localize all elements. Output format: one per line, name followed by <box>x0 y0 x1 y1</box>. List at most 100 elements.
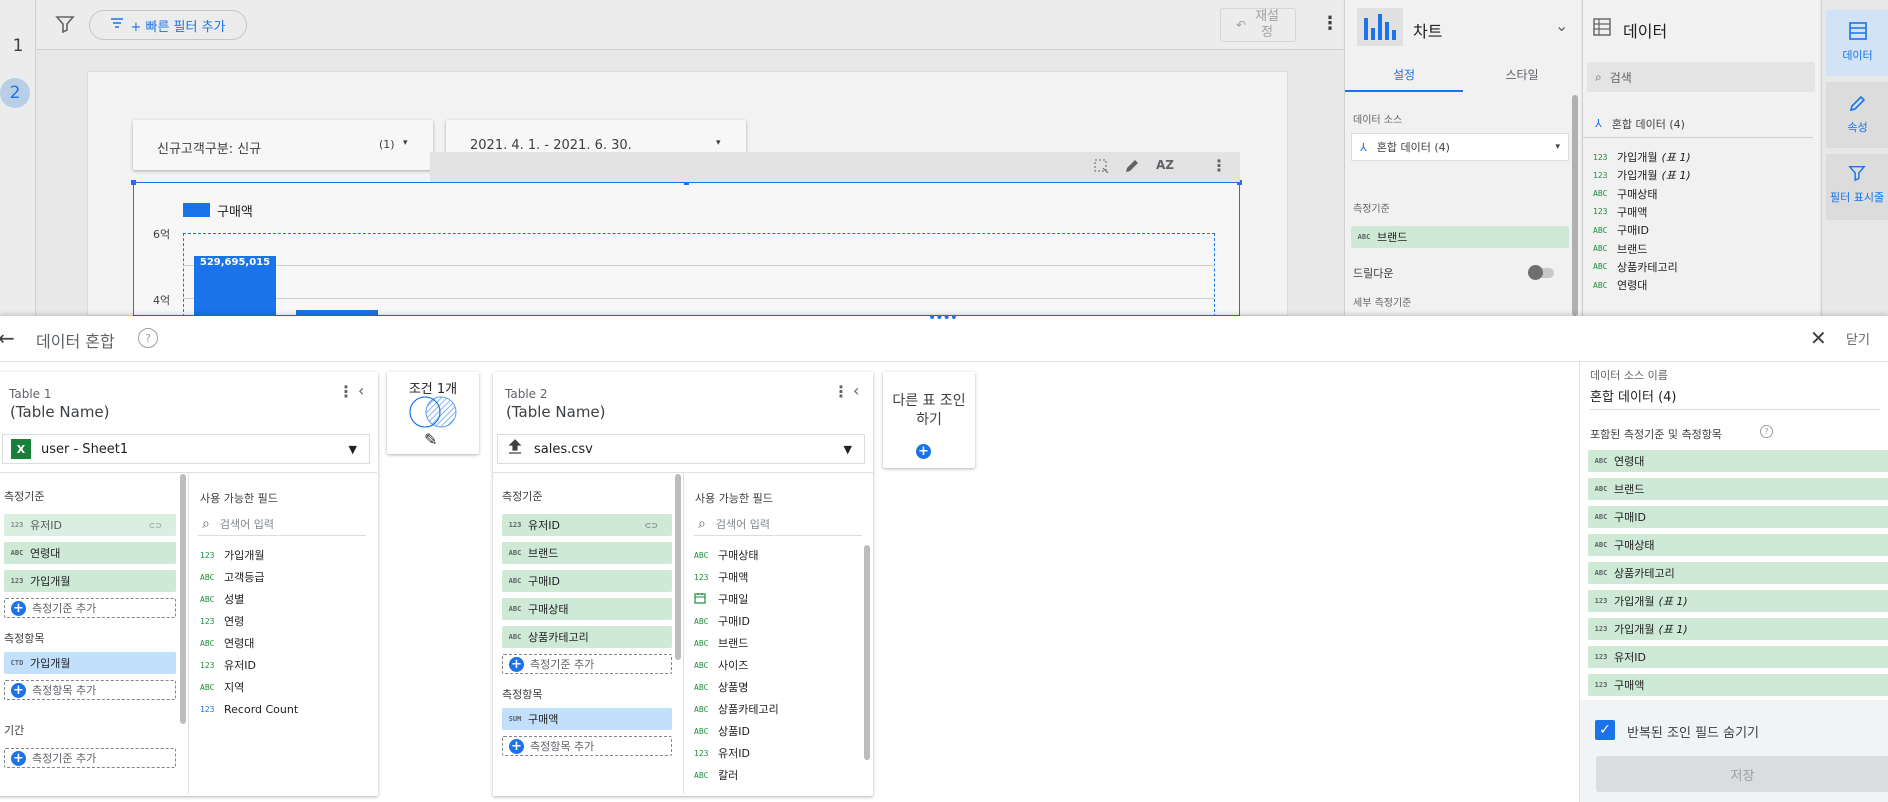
available-field-item[interactable]: ABC 칼러 <box>694 766 738 784</box>
included-field-chip[interactable]: ABC 구매ID <box>1588 506 1888 528</box>
available-field-item[interactable]: ABC 고객등급 <box>200 568 264 586</box>
pencil-icon[interactable]: ✎ <box>424 430 437 449</box>
dimension-chip[interactable]: ABC 브랜드 <box>502 542 672 564</box>
more-vert-icon[interactable]: ⋮ <box>338 382 354 401</box>
field-item[interactable]: ABC 구매ID <box>1593 221 1649 239</box>
field-item[interactable]: 123 가입개월 (표 1) <box>1593 148 1691 166</box>
available-field-item[interactable]: ABC 연령대 <box>200 634 254 652</box>
metric-chip[interactable]: SUM 구매액 <box>502 708 672 730</box>
included-field-chip[interactable]: ABC 연령대 <box>1588 450 1888 472</box>
chart-type-icon[interactable] <box>1357 8 1403 46</box>
drilldown-toggle[interactable] <box>1528 265 1554 280</box>
table-name[interactable]: (Table Name) <box>506 403 606 421</box>
reset-button[interactable]: ↶ 재설정 <box>1220 8 1296 42</box>
hide-dup-checkbox[interactable]: ✓ <box>1595 720 1615 740</box>
source-name-input[interactable]: 혼합 데이터 (4) <box>1590 386 1880 410</box>
dimension-chip[interactable]: 123 유저ID ⊂⊃ <box>502 514 672 536</box>
close-label[interactable]: 닫기 <box>1846 329 1870 348</box>
filter-icon[interactable] <box>55 14 75 38</box>
page-1-tab[interactable]: 1 <box>0 36 36 58</box>
field-search-input[interactable]: ⌕ 검색어 입력 <box>198 512 366 536</box>
help-icon[interactable]: ? <box>138 328 158 348</box>
available-field-item[interactable]: ABC 구매ID <box>694 612 750 630</box>
add-metric-button[interactable]: + 측정항목 추가 <box>4 680 176 700</box>
available-field-item[interactable]: ABC 브랜드 <box>694 634 748 652</box>
quick-filter-button[interactable]: + 빠른 필터 추가 <box>89 10 247 40</box>
scrollbar[interactable] <box>180 474 186 724</box>
available-field-item[interactable]: ABC 성별 <box>200 590 244 608</box>
rail-data-button[interactable]: 데이터 <box>1826 10 1888 76</box>
scrollbar[interactable] <box>675 474 681 660</box>
available-field-item[interactable]: ABC 상품ID <box>694 722 750 740</box>
save-button[interactable]: 저장 <box>1596 756 1888 792</box>
join-config-card[interactable]: 조건 1개 ✎ <box>387 372 479 454</box>
included-field-chip[interactable]: ABC 상품카테고리 <box>1588 562 1888 584</box>
sort-az-icon[interactable]: AZ <box>1156 158 1174 172</box>
page-2-tab[interactable]: 2 <box>0 78 30 108</box>
edit-icon[interactable] <box>1124 158 1140 178</box>
collapse-icon[interactable]: ‹ <box>853 381 859 400</box>
available-field-item[interactable]: 구매일 <box>694 590 748 608</box>
link-icon[interactable]: ⊂⊃ <box>149 521 162 530</box>
field-item[interactable]: ABC 브랜드 <box>1593 240 1647 258</box>
chart-handle-tl[interactable] <box>131 180 136 185</box>
table-name[interactable]: (Table Name) <box>10 403 110 421</box>
table-2-source-select[interactable]: sales.csv ▼ <box>497 434 865 464</box>
available-field-item[interactable]: 123 구매액 <box>694 568 748 586</box>
dimension-chip[interactable]: ABC 상품카테고리 <box>502 626 672 648</box>
available-field-item[interactable]: 123 가입개월 <box>200 546 264 564</box>
available-field-item[interactable]: ABC 지역 <box>200 678 244 696</box>
available-field-item[interactable]: 123 연령 <box>200 612 244 630</box>
dimension-chip[interactable]: 123 유저ID ⊂⊃ <box>4 514 176 536</box>
chart-panel-scrollbar[interactable] <box>1572 95 1578 316</box>
add-dimension-button[interactable]: + 측정기준 추가 <box>502 654 672 674</box>
field-item[interactable]: ABC 연령대 <box>1593 276 1647 294</box>
dimension-chip[interactable]: ABC 브랜드 <box>1351 226 1569 248</box>
table-1-source-select[interactable]: X user - Sheet1 ▼ <box>2 434 370 464</box>
more-vert-icon[interactable]: ⋮ <box>833 382 849 401</box>
rail-filter-button[interactable]: 필터 표시줄 <box>1826 154 1888 220</box>
dimension-chip[interactable]: ABC 연령대 <box>4 542 176 564</box>
included-field-chip[interactable]: ABC 구매상태 <box>1588 534 1888 556</box>
available-field-item[interactable]: 123 유저ID <box>200 656 256 674</box>
field-item[interactable]: ABC 상품카테고리 <box>1593 258 1678 276</box>
chevron-down-icon[interactable]: ⌄ <box>1555 16 1568 35</box>
field-search-input[interactable]: ⌕ 검색 <box>1587 62 1815 92</box>
available-field-item[interactable]: ABC 구매상태 <box>694 546 758 564</box>
field-item[interactable]: 123 구매액 <box>1593 203 1647 221</box>
metric-chip[interactable]: CTD 가입개월 <box>4 652 176 674</box>
filter-control-customer-type[interactable]: 신규고객구분: 신규 (1) ▾ <box>133 120 433 170</box>
tab-setup[interactable]: 설정 <box>1345 54 1463 92</box>
add-metric-button[interactable]: + 측정항목 추가 <box>502 736 672 756</box>
back-arrow-icon[interactable]: ← <box>0 326 15 350</box>
dimension-chip[interactable]: ABC 구매ID <box>502 570 672 592</box>
more-vert-icon[interactable]: ⋮ <box>1211 156 1227 175</box>
field-search-input[interactable]: ⌕ 검색어 입력 <box>694 512 862 536</box>
more-vert-icon[interactable]: ⋮ <box>1321 14 1339 34</box>
available-field-item[interactable]: ABC 상품카테고리 <box>694 700 779 718</box>
close-icon[interactable]: ✕ <box>1810 326 1827 350</box>
included-field-chip[interactable]: 123 구매액 <box>1588 674 1888 696</box>
collapse-icon[interactable]: ‹ <box>358 381 364 400</box>
select-area-icon[interactable] <box>1093 158 1109 178</box>
add-dimension-button[interactable]: + 측정기준 추가 <box>4 598 176 618</box>
included-field-chip[interactable]: 123 가입개월 (표 1) <box>1588 590 1888 612</box>
link-icon[interactable]: ⊂⊃ <box>645 521 658 530</box>
scrollbar[interactable] <box>864 545 870 760</box>
field-item[interactable]: ABC 구매상태 <box>1593 185 1657 203</box>
data-source-select[interactable]: ⅄ 혼합 데이터 (4) ▾ <box>1351 133 1569 161</box>
join-another-table-button[interactable]: 다른 표 조인하기 + <box>883 372 975 468</box>
dimension-chip[interactable]: 123 가입개월 <box>4 570 176 592</box>
tab-style[interactable]: 스타일 <box>1463 54 1581 92</box>
included-field-chip[interactable]: 123 가입개월 (표 1) <box>1588 618 1888 640</box>
add-period-button[interactable]: + 측정기준 추가 <box>4 748 176 768</box>
field-item[interactable]: 123 가입개월 (표 1) <box>1593 166 1691 184</box>
dimension-chip[interactable]: ABC 구매상태 <box>502 598 672 620</box>
rail-properties-button[interactable]: 속성 <box>1826 82 1888 148</box>
available-field-item[interactable]: 123 유저ID <box>694 744 750 762</box>
included-field-chip[interactable]: ABC 브랜드 <box>1588 478 1888 500</box>
available-field-item[interactable]: 123 Record Count <box>200 700 298 718</box>
available-field-item[interactable]: ABC 사이즈 <box>694 656 748 674</box>
available-field-item[interactable]: ABC 상품명 <box>694 678 748 696</box>
included-field-chip[interactable]: 123 유저ID <box>1588 646 1888 668</box>
